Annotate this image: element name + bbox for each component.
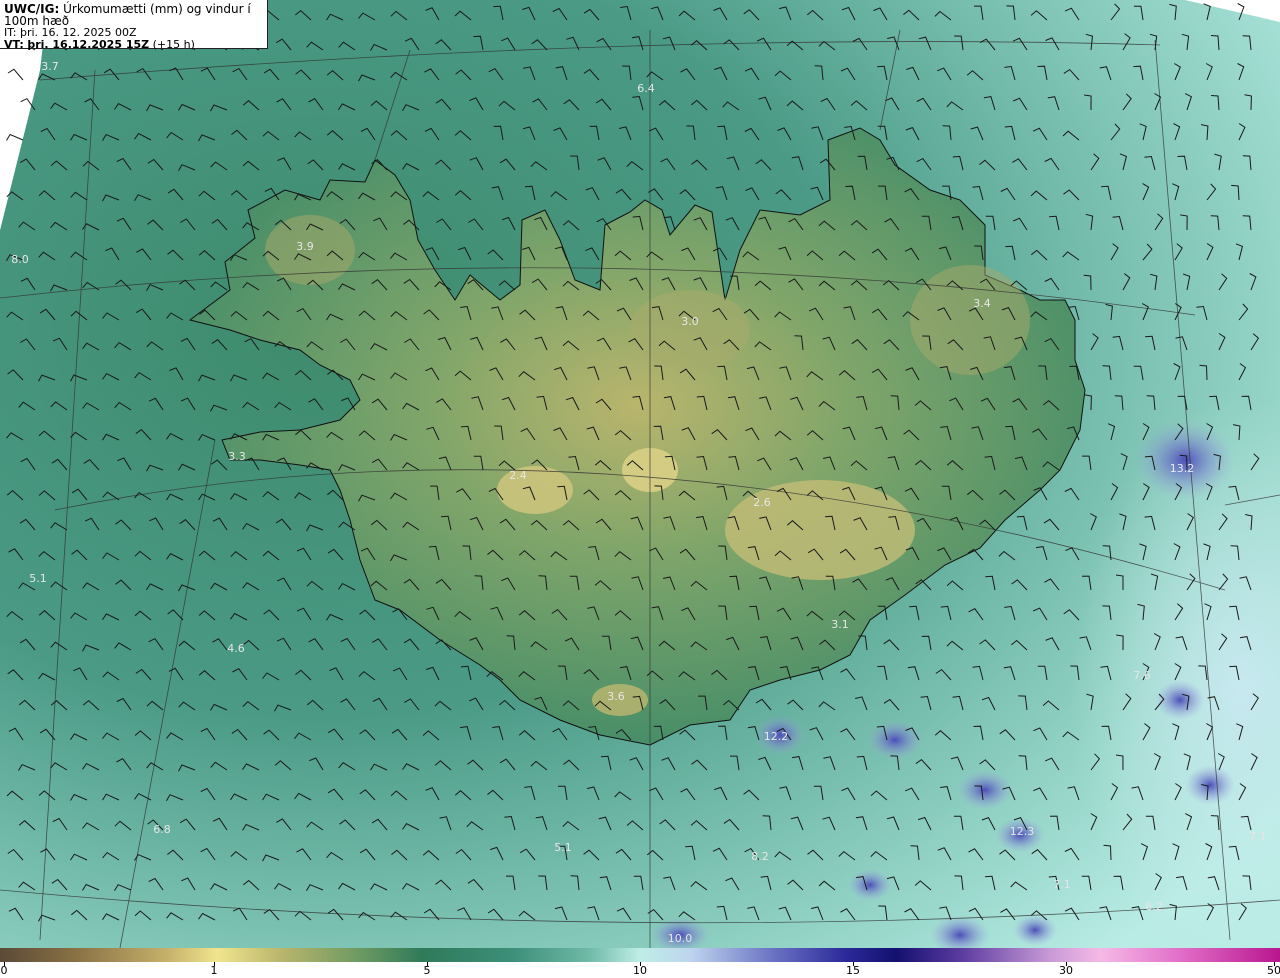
highland-east — [910, 265, 1030, 375]
highland-north — [630, 290, 750, 370]
precip-value-label: 3.3 — [228, 450, 246, 463]
precip-value-label: 5.1 — [29, 572, 47, 585]
precip-value-label: 3.4 — [973, 297, 991, 310]
colorbar-tick-label: 30 — [1059, 964, 1073, 977]
precip-cell — [867, 720, 923, 760]
colorbar-tick-label: 50 — [1267, 964, 1280, 977]
lead-time: (+15 h) — [152, 38, 195, 51]
precip-value-label: 3.6 — [607, 690, 625, 703]
precip-value-label: 8.2 — [751, 850, 769, 863]
precip-value-label: 2.6 — [753, 496, 771, 509]
precip-value-label: 5.1 — [554, 841, 572, 854]
precip-value-label: 2.4 — [509, 469, 527, 482]
precip-value-label: 13.2 — [1170, 462, 1195, 475]
precip-cell — [1185, 765, 1235, 805]
precip-value-label: 6.2 — [1145, 900, 1163, 913]
precip-value-label: 8.0 — [11, 253, 29, 266]
precip-value-label: 10.0 — [668, 932, 693, 945]
glacier-vatnajokull — [725, 480, 915, 580]
valid-time: þri. 16.12.2025 15Z — [27, 38, 150, 51]
precip-value-label: 3.7 — [41, 60, 59, 73]
colorbar-tick-label: 0 — [0, 964, 8, 977]
colorbar-tick-label: 10 — [633, 964, 647, 977]
map-header: UWC/IG: Úrkomumætti (mm) og vindur í 100… — [0, 0, 268, 51]
valid-time-prefix: VT: — [4, 38, 24, 51]
precip-value-label: 3.9 — [296, 240, 314, 253]
precip-cell — [957, 770, 1013, 810]
precip-value-label: 3.0 — [681, 315, 699, 328]
precip-value-label: 12.2 — [764, 730, 789, 743]
precip-value-label: 12.3 — [1010, 825, 1035, 838]
colorbar: 0 1 5 10 15 30 50 — [0, 948, 1280, 978]
precip-value-label: 7.1 — [1053, 878, 1071, 891]
precip-value-label: 6.8 — [153, 823, 171, 836]
colorbar-tick-label: 5 — [423, 964, 431, 977]
precipitation-wind-map: 3.7 6.4 8.0 3.9 3.0 3.4 3.3 2.4 2.6 13.2 5.1 4.6 3.1… — [0, 0, 1280, 948]
colorbar-tick-label: 15 — [846, 964, 860, 977]
precip-value-label: 7.1 — [1249, 830, 1267, 843]
precip-cell — [848, 869, 892, 901]
precip-value-label: 4.6 — [227, 642, 245, 655]
colorbar-strip — [0, 948, 1280, 962]
precip-value-label: 7.6 — [1133, 669, 1151, 682]
precip-value-label: 6.4 — [637, 82, 655, 95]
precip-cell — [1013, 914, 1057, 946]
colorbar-tick-label: 1 — [210, 964, 218, 977]
precip-value-label: 3.1 — [831, 618, 849, 631]
